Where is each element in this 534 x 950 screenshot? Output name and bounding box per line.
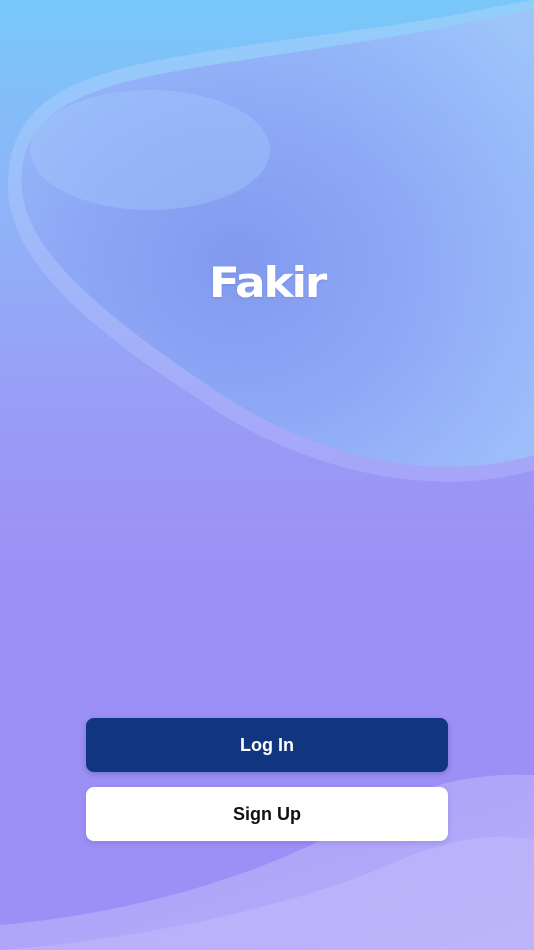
welcome-screen: Fakir Log In Sign Up <box>0 0 534 950</box>
signup-button[interactable]: Sign Up <box>86 787 448 841</box>
login-button[interactable]: Log In <box>86 718 448 772</box>
fakir-logo: Fakir <box>208 257 327 307</box>
